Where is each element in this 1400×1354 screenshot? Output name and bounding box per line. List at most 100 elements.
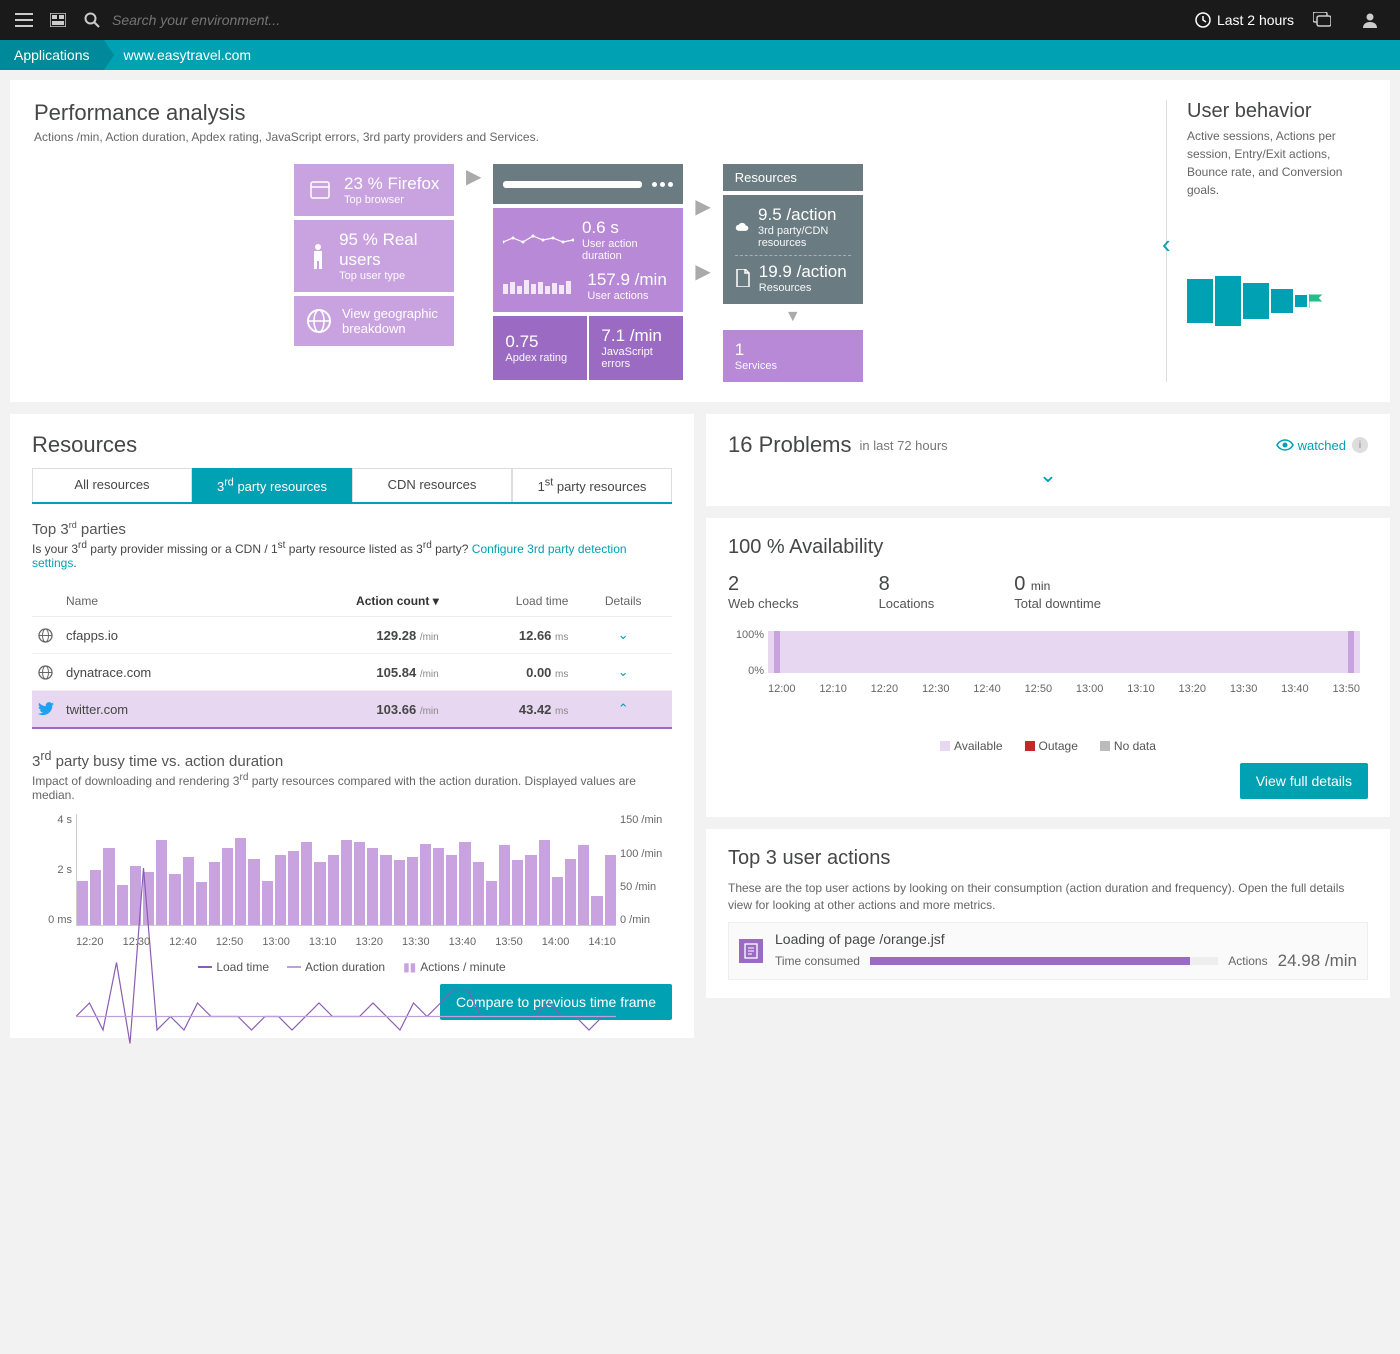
services-label: Services [735,360,777,372]
problems-count: 16 Problems [728,432,852,458]
page-title: Performance analysis [34,100,1166,126]
top-actions-desc: These are the top user actions by lookin… [728,880,1368,914]
resources-table: Name Action count ▾ Load time Details cf… [32,586,672,729]
col-action-count[interactable]: Action count ▾ [255,586,445,617]
provider-icon [32,654,60,691]
tile-window-bar [493,164,683,204]
search-icon[interactable] [78,6,106,34]
flag-icon [1309,294,1325,308]
chevron-down-icon[interactable]: ⌄ [574,654,672,691]
browser-value: 23 % Firefox [344,174,439,194]
eye-icon [1276,439,1294,451]
tab-cdn[interactable]: CDN resources [352,468,512,502]
ua-title: Loading of page /orange.jsf [775,931,1357,947]
user-behavior-title: User behavior [1187,100,1366,123]
chevron-up-icon[interactable]: ⌃ [574,691,672,729]
users-value: 95 % Real users [339,230,442,270]
browser-icon [306,176,334,204]
bars-icon [503,278,579,294]
time-range-label: Last 2 hours [1217,12,1294,28]
tile-user-actions[interactable]: 0.6 sUser action duration 157.9 /minUser… [493,208,683,312]
table-row[interactable]: cfapps.io 129.28 /min 12.66 ms ⌄ [32,617,672,654]
breadcrumb-app[interactable]: www.easytravel.com [104,40,266,70]
users-label: Top user type [339,270,442,282]
user-action-row[interactable]: Loading of page /orange.jsf Time consume… [728,922,1368,980]
col-details[interactable]: Details [574,586,672,617]
apdex-label: Apdex rating [505,352,567,364]
tile-geographic[interactable]: View geographic breakdown [294,296,454,346]
provider-name: cfapps.io [60,617,255,654]
table-row[interactable]: dynatrace.com 105.84 /min 0.00 ms ⌄ [32,654,672,691]
col-load-time[interactable]: Load time [445,586,575,617]
ua-value: 157.9 /min [587,270,666,290]
dashboard-icon[interactable] [44,6,72,34]
configure-detection-link[interactable]: Configure 3rd party detection settings [32,542,627,570]
load-time: 0.00 ms [445,654,575,691]
js-value: 7.1 /min [601,326,671,346]
expand-problems-icon[interactable]: ⌄ [728,462,1368,488]
view-full-details-button[interactable]: View full details [1240,763,1368,799]
action-count: 103.66 /min [255,691,445,729]
availability-stat: 2 Web checks [728,573,799,611]
user-icon[interactable] [1356,6,1384,34]
tile-js-errors[interactable]: 7.1 /minJavaScript errors [589,316,683,380]
ua-actions-value: 24.98 /min [1278,951,1357,971]
col-name[interactable]: Name [60,586,255,617]
apdex-value: 0.75 [505,332,567,352]
page-icon [739,939,763,963]
tab-all-resources[interactable]: All resources [32,468,192,502]
r1-value: 9.5 /action [758,205,851,225]
tab-1st-party[interactable]: 1st party resources [512,468,672,502]
load-time: 12.66 ms [445,617,575,654]
top-bar: Last 2 hours [0,0,1400,40]
availability-card: 100 % Availability 2 Web checks8 Locatio… [706,518,1390,817]
tile-resources[interactable]: 9.5 /action3rd party/CDN resources 19.9 … [723,195,863,304]
top-actions-title: Top 3 user actions [728,847,1368,870]
document-icon [735,269,751,287]
uad-value: 0.6 s [582,218,673,238]
tile-top-browser[interactable]: 23 % FirefoxTop browser [294,164,454,216]
user-behavior-desc: Active sessions, Actions per session, En… [1187,127,1366,199]
provider-icon [32,691,60,729]
availability-stat: 8 Locations [879,573,935,611]
r1-label: 3rd party/CDN resources [758,225,851,249]
flow-arrow-icon: ▶ [462,164,485,189]
chevron-left-icon[interactable]: ‹ [1162,229,1366,260]
breadcrumb-applications[interactable]: Applications [0,40,104,70]
tab-3rd-party[interactable]: 3rd party resources [192,468,352,502]
provider-icon [32,617,60,654]
geo-label: View geographic breakdown [342,306,442,336]
js-label: JavaScript errors [601,346,671,370]
resource-tabs: All resources 3rd party resources CDN re… [32,468,672,504]
clock-icon [1195,12,1211,28]
provider-name: dynatrace.com [60,654,255,691]
search-input[interactable] [112,12,412,28]
tile-user-type[interactable]: 95 % Real usersTop user type [294,220,454,292]
user-behavior-panel: User behavior Active sessions, Actions p… [1166,100,1366,382]
funnel-chart[interactable] [1187,276,1366,326]
menu-icon[interactable] [10,6,38,34]
chevron-down-icon[interactable]: ⌄ [574,617,672,654]
cloud-icon [735,220,750,234]
ua-actions-label: Actions [1228,954,1267,968]
performance-card: Performance analysis Actions /min, Actio… [10,80,1390,402]
load-time: 43.42 ms [445,691,575,729]
sparkline-icon [503,232,574,248]
problems-card: 16 Problems in last 72 hours watched i ⌄ [706,414,1390,506]
tile-apdex[interactable]: 0.75Apdex rating [493,316,587,380]
availability-chart[interactable]: 100% 0% 12:0012:1012:2012:3012:4012:5013… [728,631,1368,711]
table-row[interactable]: twitter.com 103.66 /min 43.42 ms ⌃ [32,691,672,729]
time-range-selector[interactable]: Last 2 hours [1195,12,1294,28]
action-count: 129.28 /min [255,617,445,654]
page-subtitle: Actions /min, Action duration, Apdex rat… [34,130,1166,144]
chat-icon[interactable] [1308,6,1336,34]
person-icon [306,242,329,270]
availability-legend: Available Outage No data [728,739,1368,753]
watched-toggle[interactable]: watched [1276,438,1346,453]
busy-time-chart[interactable]: 4 s2 s0 ms 150 /min100 /min50 /min0 /min… [32,814,672,954]
down-arrow-icon: ▼ [723,308,863,326]
uad-label: User action duration [582,238,673,262]
tile-services[interactable]: 1Services [723,330,863,382]
info-icon[interactable]: i [1352,437,1368,453]
r2-label: Resources [759,282,847,294]
